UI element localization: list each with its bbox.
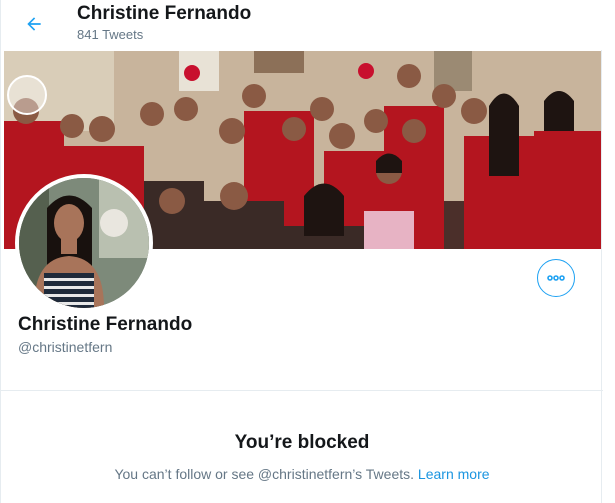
avatar[interactable]: [15, 174, 153, 312]
more-horizontal-icon: [547, 275, 565, 281]
blocked-title: You’re blocked: [234, 432, 370, 453]
profile-handle: @christinetfern: [18, 339, 113, 355]
back-button[interactable]: [18, 8, 50, 40]
more-button[interactable]: [537, 259, 575, 297]
header-title: Christine Fernando: [77, 3, 252, 24]
avatar-photo: [19, 178, 149, 308]
blocked-message: You can’t follow or see @christinetfern’…: [1, 466, 603, 482]
blocked-message-text: You can’t follow or see @christinetfern’…: [114, 466, 415, 482]
tweet-count: 841 Tweets: [77, 27, 144, 42]
banner-overlay-circle: [7, 75, 47, 115]
learn-more-link[interactable]: Learn more: [418, 466, 490, 482]
section-divider: [1, 390, 603, 391]
profile-header: Christine Fernando 841 Tweets: [1, 0, 603, 50]
profile-name: Christine Fernando: [18, 314, 193, 335]
profile-page: Christine Fernando 841 Tweets Christine …: [0, 0, 603, 503]
arrow-left-icon: [27, 17, 41, 31]
